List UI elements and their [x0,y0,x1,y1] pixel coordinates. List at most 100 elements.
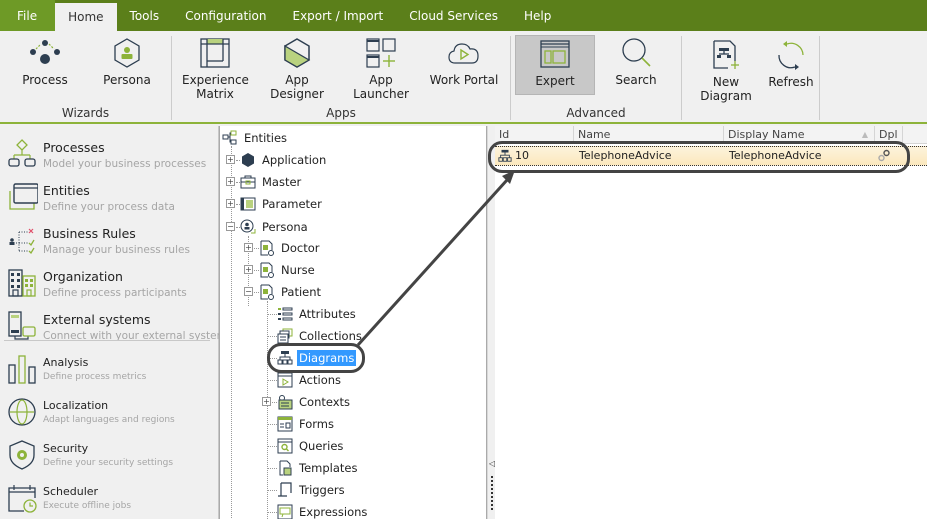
entity-icon [259,262,275,278]
tree-node-actions[interactable]: Actions [277,370,343,390]
tree-node-application[interactable]: Application [240,150,328,170]
menu-tools[interactable]: Tools [117,0,173,31]
tree-node-diagrams[interactable]: Diagrams [277,348,357,368]
menu-cloud-services[interactable]: Cloud Services [396,0,511,31]
sidebar-item-processes[interactable]: Processes Model your business processes [0,132,217,175]
app-launcher-icon [361,35,401,71]
tree-node-label: Attributes [299,307,356,321]
tree-node-parameter[interactable]: Parameter [240,194,324,214]
application-icon [240,152,256,168]
splitter-grip[interactable] [491,476,493,510]
refresh-button[interactable]: Refresh [768,37,814,89]
experience-matrix-button[interactable]: Experience Matrix [182,35,249,101]
tree-node-expressions[interactable]: Expressions [277,502,369,519]
new-diagram-label: New Diagram [700,75,752,103]
sidebar-item-subtitle: Define your process data [43,201,175,213]
parameter-icon [240,196,256,212]
tree-node-label: Parameter [262,197,322,211]
ribbon-group-apps: Experience Matrix App Designer App Launc… [172,31,510,122]
collapse-toggle[interactable]: − [244,287,253,296]
tree-node-contexts[interactable]: Contexts [277,392,352,412]
analysis-icon [6,353,38,385]
sidebar-item-entities[interactable]: Entities Define your process data [0,175,217,218]
app-launcher-button[interactable]: App Launcher [340,35,422,101]
entity-icon [259,240,275,256]
forms-icon [277,416,293,432]
scheduler-icon [6,482,38,514]
sidebar-item-subtitle: Define your security settings [43,458,174,468]
tree-node-label: Master [262,175,302,189]
app-designer-button[interactable]: App Designer [258,35,336,101]
sidebar: Processes Model your business processes … [0,126,232,519]
tree-node-forms[interactable]: Forms [277,414,336,434]
menu-configuration[interactable]: Configuration [172,0,279,31]
tree-node-triggers[interactable]: Triggers [277,480,347,500]
tree-node-doctor[interactable]: Doctor [259,238,322,258]
tree-node-label: Diagrams [297,350,357,366]
apps-group-label: Apps [326,106,356,120]
sidebar-item-analysis[interactable]: Analysis Define process metrics [0,347,217,390]
menu-help[interactable]: Help [511,0,564,31]
work-portal-button[interactable]: Work Portal [428,35,500,87]
expand-toggle[interactable]: + [244,265,253,274]
expert-button[interactable]: Expert [515,35,595,95]
collapse-toggle[interactable]: − [226,222,235,231]
column-header-display-name[interactable]: Display Name ▲ [724,126,875,144]
menu-file[interactable]: File [0,0,56,31]
sidebar-item-organization[interactable]: Organization Define process participants [0,261,217,304]
panel-splitter[interactable]: ◁ [487,126,495,519]
tree-connector [267,468,277,469]
expand-toggle[interactable]: + [226,177,235,186]
tree-node-label: Actions [299,373,342,387]
expand-toggle[interactable]: + [262,397,271,406]
expand-toggle[interactable]: + [226,155,235,164]
sidebar-item-localization[interactable]: Localization Adapt languages and regions [0,390,217,433]
menu-export-import[interactable]: Export / Import [279,0,396,31]
tree-node-queries[interactable]: Queries [277,436,345,456]
work-portal-label: Work Portal [429,73,499,87]
menu-home[interactable]: Home [55,3,117,31]
expand-toggle[interactable]: + [226,199,235,208]
queries-icon [277,438,293,454]
menu-bar: File Home Tools Configuration Export / I… [0,0,927,31]
column-header-name[interactable]: Name [574,126,724,144]
new-diagram-button[interactable]: New Diagram [688,37,764,103]
sidebar-item-security[interactable]: Security Define your security settings [0,433,217,476]
expert-icon [535,36,575,72]
tree-node-nurse[interactable]: Nurse [259,260,317,280]
tree-node-persona[interactable]: Persona [240,217,310,237]
column-header-id[interactable]: Id [495,126,574,144]
tree-node-label: Forms [299,417,334,431]
tree-node-label: Expressions [299,505,368,519]
sidebar-item-subtitle: Define process metrics [43,372,147,382]
tree-connector [267,490,277,491]
expand-toggle[interactable]: + [244,243,253,252]
expert-label: Expert [535,74,575,88]
actions-icon [277,372,293,388]
sidebar-item-business-rules[interactable]: Business Rules Manage your business rule… [0,218,217,261]
tree-node-collections[interactable]: Collections [277,326,364,346]
tree-node-attributes[interactable]: Attributes [277,304,358,324]
wizards-group-label: Wizards [61,106,110,120]
cell-display-name: TelephoneAdvice [729,149,822,162]
tree-node-templates[interactable]: Templates [277,458,359,478]
tree-node-master[interactable]: Master [240,172,303,192]
ribbon-group-diagram: New Diagram Refresh [682,31,820,122]
tree-node-entities[interactable]: Entities [222,128,289,148]
persona-button[interactable]: Persona [98,35,156,87]
tree-connector [267,314,277,315]
diagram-icon [498,149,512,163]
sidebar-item-scheduler[interactable]: Scheduler Execute offline jobs [0,476,217,519]
process-button[interactable]: Process [14,35,76,87]
search-button[interactable]: Search [607,35,665,87]
tree-node-label: Application [262,153,327,167]
table-row[interactable]: 10 TelephoneAdvice TelephoneAdvice [495,146,927,166]
sidebar-item-title: Scheduler [43,485,99,498]
sidebar-item-subtitle: Manage your business rules [43,244,190,256]
sidebar-item-subtitle: Adapt languages and regions [43,415,175,425]
column-header-dpl[interactable]: Dpl [875,126,903,144]
contexts-icon [277,394,293,410]
tree-node-patient[interactable]: Patient [259,282,323,302]
work-portal-icon [444,35,484,71]
sidebar-item-title: Analysis [43,356,89,369]
